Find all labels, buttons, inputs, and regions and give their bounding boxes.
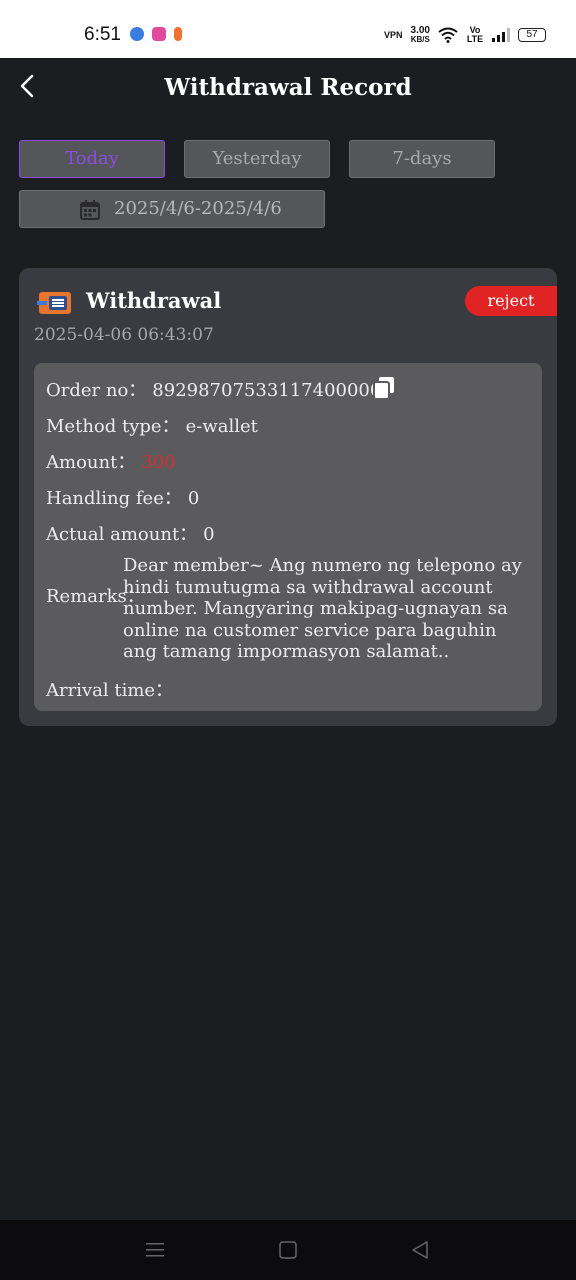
copy-button[interactable] [372,376,396,400]
record-title: Withdrawal [86,288,222,313]
menu-icon[interactable] [146,1240,164,1260]
tab-7-days[interactable]: 7-days [349,140,495,178]
record-details: Order no： 892987075331174000001 Method ty… [34,363,542,711]
tab-today[interactable]: Today [19,140,165,178]
arrival-time-row: Arrival time： [46,676,179,702]
method-label: Method type： [46,416,180,437]
calendar-icon [80,200,100,220]
app-header: Withdrawal Record [0,58,576,118]
status-time: 6:51 [84,24,121,45]
home-icon[interactable] [279,1240,297,1260]
withdrawal-record-card: Withdrawal reject 2025-04-06 06:43:07 Or… [19,268,557,726]
network-speed-value: 3.00 [410,25,430,36]
network-speed: 3.00 KB/S [410,25,430,45]
handling-fee-label: Handling fee： [46,488,182,509]
status-indicators: VPN 3.00 KB/S Vo LTE 57 [384,26,546,44]
app-notification-icon [152,27,166,41]
status-badge: reject [465,286,557,316]
amount-label: Amount： [46,452,136,473]
actual-amount-label: Actual amount： [46,524,198,545]
record-datetime: 2025-04-06 06:43:07 [34,325,214,345]
status-bar: 6:51 VPN 3.00 KB/S Vo LTE 57 [0,0,576,58]
app-notification-icon [174,27,182,41]
date-range-text: 2025/4/6-2025/4/6 [114,198,282,219]
remarks-text: Dear member~ Ang numero ng telepono ay h… [123,555,522,662]
network-speed-unit: KB/S [410,35,430,44]
page-title: Withdrawal Record [164,74,412,101]
order-no-label: Order no： [46,380,147,401]
actual-amount-value: 0 [203,524,215,545]
wallet-icon [37,292,71,314]
copy-icon [373,377,394,400]
vpn-icon: VPN [384,29,403,40]
system-nav-bar [0,1220,576,1280]
arrival-time-label: Arrival time： [46,680,174,701]
remarks-label: Remarks： [46,586,145,607]
amount-value: 300 [141,452,176,473]
handling-fee-value: 0 [187,488,200,509]
signal-icon [492,28,510,42]
tab-yesterday[interactable]: Yesterday [184,140,330,178]
handling-fee-row: Handling fee： 0 [46,484,199,510]
amount-row: Amount： 300 [46,448,176,474]
volte-icon: Vo LTE [466,25,484,44]
date-range-picker[interactable]: 2025/4/6-2025/4/6 [19,190,325,228]
order-no-value: 892987075331174000001 [152,380,393,401]
method-row: Method type： e-wallet [46,412,258,438]
back-nav-icon[interactable] [411,1240,429,1260]
app-notification-icon [130,27,144,41]
wifi-icon [438,27,458,43]
notification-icons [130,27,182,41]
battery-icon: 57 [518,28,546,42]
method-value: e-wallet [185,416,258,437]
actual-amount-row: Actual amount： 0 [46,520,215,546]
order-no-row: Order no： 892987075331174000001 [46,376,393,402]
